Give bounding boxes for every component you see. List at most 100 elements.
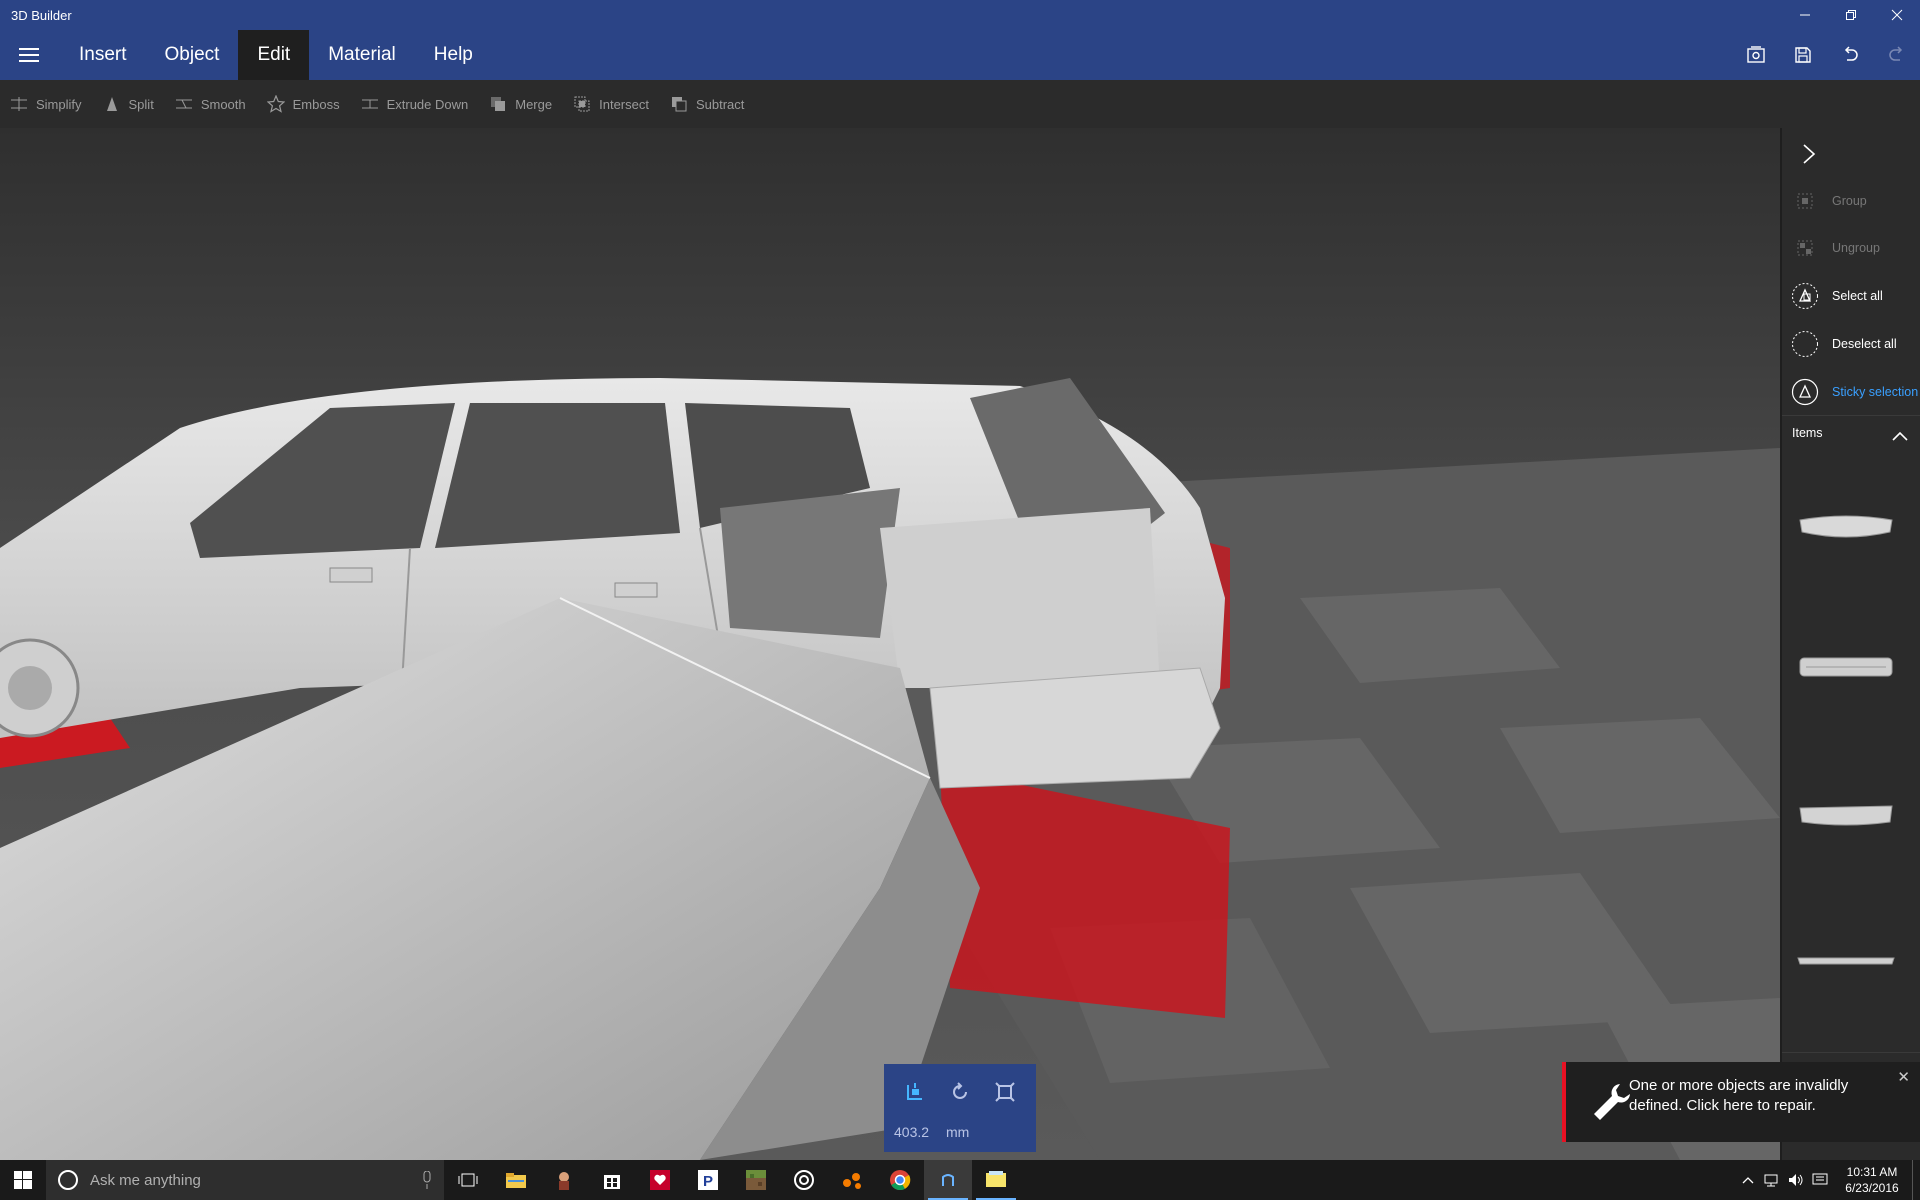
window-title: 3D Builder [11, 7, 72, 23]
task-view-icon[interactable] [444, 1160, 492, 1200]
show-desktop-button[interactable] [1912, 1160, 1920, 1200]
edit-toolbar: Simplify Split Smooth Emboss Extrude Dow… [0, 80, 1920, 128]
transform-value[interactable]: 403.2 [894, 1124, 929, 1140]
split-button[interactable]: Split [103, 80, 154, 128]
chevron-right-icon[interactable] [1794, 136, 1824, 172]
transform-unit[interactable]: mm [946, 1124, 969, 1140]
system-tray: 10:31 AM 6/23/2016 [1736, 1160, 1920, 1200]
minecraft-icon[interactable] [732, 1160, 780, 1200]
menu-edit[interactable]: Edit [238, 30, 310, 80]
settings-view-icon[interactable] [1732, 30, 1779, 80]
select-all-button[interactable]: Select all [1782, 276, 1920, 316]
deselect-all-label: Deselect all [1832, 337, 1897, 351]
3d-viewport[interactable] [0, 128, 1780, 1160]
extrude-down-button[interactable]: Extrude Down [361, 80, 469, 128]
split-label: Split [128, 96, 154, 112]
emboss-button[interactable]: Emboss [266, 80, 340, 128]
restore-button[interactable] [1828, 0, 1874, 30]
menu-bar: Insert Object Edit Material Help [0, 30, 1920, 80]
extrude-down-label: Extrude Down [386, 96, 469, 112]
move-icon[interactable] [900, 1078, 930, 1106]
volume-icon[interactable] [1784, 1160, 1808, 1200]
intersect-button[interactable]: Intersect [573, 80, 649, 128]
right-panel: Group Ungroup Select all Deselect all St… [1780, 128, 1920, 1160]
hamburger-menu-icon[interactable] [0, 30, 60, 80]
network-icon[interactable] [1760, 1160, 1784, 1200]
groove-music-icon[interactable] [780, 1160, 828, 1200]
close-icon[interactable]: ✕ [1897, 1068, 1910, 1086]
deselect-all-icon [1790, 329, 1820, 359]
ungroup-label: Ungroup [1832, 241, 1880, 255]
sticky-notes-icon[interactable] [972, 1160, 1020, 1200]
game-app-icon[interactable] [540, 1160, 588, 1200]
intersect-icon [573, 95, 591, 113]
item-thumbnail-bumper[interactable] [1794, 490, 1898, 550]
taskbar-clock[interactable]: 10:31 AM 6/23/2016 [1832, 1164, 1912, 1196]
action-center-icon[interactable] [1808, 1160, 1832, 1200]
deselect-all-button[interactable]: Deselect all [1782, 324, 1920, 364]
chevron-up-tray-icon[interactable] [1736, 1160, 1760, 1200]
windows-taskbar: Ask me anything P 10:31 AM 6/23/2016 [0, 1160, 1920, 1200]
smooth-button[interactable]: Smooth [175, 80, 246, 128]
clock-date: 6/23/2016 [1845, 1181, 1899, 1195]
group-icon [1790, 186, 1820, 216]
chevron-up-icon[interactable] [1889, 428, 1911, 444]
origin-app-icon[interactable] [828, 1160, 876, 1200]
item-thumbnail-grille[interactable] [1794, 636, 1898, 696]
scale-icon[interactable] [990, 1078, 1020, 1106]
menu-object[interactable]: Object [146, 30, 239, 80]
smooth-label: Smooth [200, 96, 246, 112]
menu-material[interactable]: Material [309, 30, 415, 80]
group-button[interactable]: Group [1782, 181, 1920, 221]
windows-start-icon[interactable] [0, 1160, 46, 1200]
svg-text:P: P [703, 1173, 713, 1190]
panel-divider [1782, 415, 1920, 416]
pandora-icon[interactable]: P [684, 1160, 732, 1200]
item-thumbnail-trim[interactable] [1794, 928, 1898, 988]
microphone-icon[interactable] [422, 1170, 432, 1189]
clock-time: 10:31 AM [1846, 1165, 1898, 1179]
subtract-icon [670, 95, 688, 113]
merge-button[interactable]: Merge [489, 80, 552, 128]
file-explorer-icon[interactable] [492, 1160, 540, 1200]
items-heading: Items [1792, 426, 1823, 440]
sticky-selection-icon [1790, 377, 1820, 407]
minimize-button[interactable] [1782, 0, 1828, 30]
select-all-icon [1790, 281, 1820, 311]
item-thumbnail-bumper-2[interactable] [1794, 782, 1898, 842]
extrude-icon [361, 95, 379, 113]
car-model-scene [0, 378, 1780, 1160]
store-icon[interactable] [588, 1160, 636, 1200]
repair-notification[interactable]: One or more objects are invalidly define… [1562, 1062, 1920, 1142]
transform-widget: 403.2 mm [884, 1064, 1036, 1152]
emboss-label: Emboss [292, 96, 340, 112]
search-placeholder: Ask me anything [90, 1171, 201, 1189]
chrome-icon[interactable] [876, 1160, 924, 1200]
cortana-search-box[interactable]: Ask me anything [46, 1160, 444, 1200]
subtract-button[interactable]: Subtract [670, 80, 744, 128]
menu-help[interactable]: Help [415, 30, 492, 80]
intersect-label: Intersect [599, 96, 649, 112]
rotate-icon[interactable] [945, 1078, 975, 1106]
notification-message: One or more objects are invalidly define… [1629, 1077, 1849, 1114]
3d-builder-icon[interactable] [924, 1160, 972, 1200]
simplify-button[interactable]: Simplify [10, 80, 82, 128]
undo-icon[interactable] [1826, 30, 1873, 80]
sticky-selection-button[interactable]: Sticky selection [1782, 372, 1920, 412]
merge-label: Merge [515, 96, 553, 112]
iheartradio-icon[interactable] [636, 1160, 684, 1200]
simplify-icon [10, 95, 28, 113]
wrench-icon [1590, 1080, 1634, 1124]
subtract-label: Subtract [695, 96, 745, 112]
star-icon [266, 95, 285, 113]
panel-bottom-divider [1782, 1052, 1920, 1053]
smooth-icon [175, 95, 193, 113]
redo-icon[interactable] [1873, 30, 1920, 80]
menu-insert[interactable]: Insert [60, 30, 146, 80]
group-label: Group [1832, 194, 1867, 208]
close-button[interactable] [1874, 0, 1920, 30]
ungroup-button[interactable]: Ungroup [1782, 228, 1920, 268]
select-all-label: Select all [1832, 289, 1883, 303]
sticky-selection-label: Sticky selection [1832, 385, 1919, 399]
save-icon[interactable] [1779, 30, 1826, 80]
